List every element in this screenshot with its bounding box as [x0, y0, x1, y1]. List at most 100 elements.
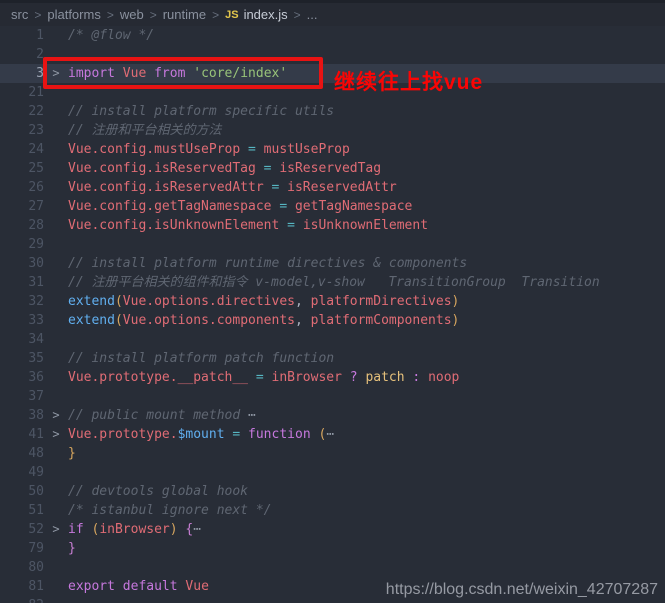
- code-line[interactable]: 22 // install platform specific utils: [0, 102, 665, 121]
- line-number: 82: [0, 596, 44, 603]
- code-line[interactable]: 28 Vue.config.isUnknownElement = isUnknow…: [0, 216, 665, 235]
- line-number: 33: [28, 313, 44, 328]
- code-editor[interactable]: 1 /* @flow */ 2 3 > import Vue from 'core/ind…: [0, 26, 665, 603]
- line-number: 32: [28, 294, 44, 309]
- line-number: 30: [28, 256, 44, 271]
- line-number: 28: [28, 218, 44, 233]
- code-line[interactable]: 1 /* @flow */: [0, 26, 665, 45]
- breadcrumb-item-runtime[interactable]: runtime: [163, 7, 206, 22]
- fold-gutter-space: [44, 368, 68, 387]
- code-line[interactable]: 38 >// public mount method ⋯: [0, 406, 665, 425]
- fold-gutter-space: [44, 577, 68, 596]
- line-number: 37: [28, 389, 44, 404]
- code-line-text: }: [68, 446, 76, 461]
- fold-gutter-space: [44, 444, 68, 463]
- line-number: 1: [36, 28, 44, 43]
- code-line[interactable]: 41 > Vue.prototype.$mount = function (⋯: [0, 425, 665, 444]
- code-line[interactable]: 21: [0, 83, 665, 102]
- chevron-right-icon: >: [149, 7, 157, 22]
- breadcrumb-item-web[interactable]: web: [120, 7, 144, 22]
- fold-collapsed-icon[interactable]: >: [44, 520, 68, 539]
- code-line-text: Vue.config.isReservedTag = isReservedTag: [68, 161, 382, 176]
- line-number: 29: [28, 237, 44, 252]
- fold-gutter-space: [44, 596, 68, 603]
- line-number: 22: [28, 104, 44, 119]
- code-line-text: Vue.prototype.__patch__ = inBrowser ? pa…: [68, 370, 460, 385]
- fold-gutter-space: [44, 121, 68, 140]
- code-line[interactable]: 35 // install platform patch function: [0, 349, 665, 368]
- code-line[interactable]: 25 Vue.config.isReservedTag = isReservedT…: [0, 159, 665, 178]
- code-line[interactable]: 27 Vue.config.getTagNamespace = getTagNam…: [0, 197, 665, 216]
- line-number: 26: [28, 180, 44, 195]
- line-number: 23: [28, 123, 44, 138]
- code-line[interactable]: 37: [0, 387, 665, 406]
- code-line[interactable]: 30 // install platform runtime directives…: [0, 254, 665, 273]
- line-number: 80: [28, 560, 44, 575]
- code-line[interactable]: 79}: [0, 539, 665, 558]
- line-number: 51: [28, 503, 44, 518]
- breadcrumb-symbol-tail[interactable]: ...: [307, 7, 318, 22]
- fold-gutter-space: [44, 482, 68, 501]
- code-line[interactable]: 31 // 注册平台相关的组件和指令 v-model,v-show Transit…: [0, 273, 665, 292]
- code-line-text: if (inBrowser) {⋯: [68, 522, 202, 537]
- code-line[interactable]: 32 extend(Vue.options.directives, platfor…: [0, 292, 665, 311]
- code-line-text: /* @flow */: [68, 28, 155, 43]
- chevron-right-icon: >: [106, 7, 114, 22]
- code-line[interactable]: 29: [0, 235, 665, 254]
- fold-collapsed-icon[interactable]: >: [44, 406, 68, 425]
- code-line[interactable]: 48}: [0, 444, 665, 463]
- fold-gutter-space: [44, 216, 68, 235]
- breadcrumb-item-src[interactable]: src: [11, 7, 28, 22]
- line-number: 27: [28, 199, 44, 214]
- line-number: 49: [28, 465, 44, 480]
- fold-gutter-space: [44, 330, 68, 349]
- fold-gutter-space: [44, 254, 68, 273]
- code-line[interactable]: 50 // devtools global hook: [0, 482, 665, 501]
- breadcrumb-item-platforms[interactable]: platforms: [47, 7, 100, 22]
- fold-gutter-space: [44, 292, 68, 311]
- code-line[interactable]: 24 Vue.config.mustUseProp = mustUseProp: [0, 140, 665, 159]
- annotation-text: 继续往上找vue: [334, 71, 484, 94]
- code-line-text: extend(Vue.options.components, platformC…: [68, 313, 460, 328]
- line-number: 38: [28, 408, 44, 423]
- fold-collapsed-icon[interactable]: >: [44, 425, 68, 444]
- code-line[interactable]: 36 Vue.prototype.__patch__ = inBrowser ? …: [0, 368, 665, 387]
- code-line-text: Vue.config.getTagNamespace = getTagNames…: [68, 199, 413, 214]
- fold-gutter-space: [44, 178, 68, 197]
- code-line[interactable]: 33 extend(Vue.options.components, platfor…: [0, 311, 665, 330]
- code-line-text: // install platform runtime directives &…: [68, 256, 468, 271]
- fold-collapsed-icon[interactable]: >: [44, 64, 68, 83]
- code-line-text: Vue.config.isReservedAttr = isReservedAt…: [68, 180, 397, 195]
- code-line[interactable]: 3 > import Vue from 'core/index': [0, 64, 665, 83]
- code-line[interactable]: 23 // 注册和平台相关的方法: [0, 121, 665, 140]
- line-number: 81: [28, 579, 44, 594]
- chevron-right-icon: >: [212, 7, 220, 22]
- line-number: 50: [28, 484, 44, 499]
- code-line-text: // install platform patch function: [68, 351, 335, 366]
- code-line[interactable]: 2: [0, 45, 665, 64]
- code-line[interactable]: 51 /* istanbul ignore next */: [0, 501, 665, 520]
- code-line-text: // 注册平台相关的组件和指令 v-model,v-show Transitio…: [68, 275, 600, 290]
- fold-gutter-space: [44, 140, 68, 159]
- line-number: 52: [28, 522, 44, 537]
- breadcrumb-item-file[interactable]: index.js: [244, 7, 288, 22]
- line-number: 35: [28, 351, 44, 366]
- javascript-file-icon: JS: [225, 8, 239, 21]
- code-line[interactable]: 52 > if (inBrowser) {⋯: [0, 520, 665, 539]
- code-line[interactable]: 26 Vue.config.isReservedAttr = isReserved…: [0, 178, 665, 197]
- line-number: 25: [28, 161, 44, 176]
- line-number: 79: [28, 541, 44, 556]
- code-line-text: // public mount method ⋯: [68, 408, 256, 423]
- chevron-right-icon: >: [34, 7, 42, 22]
- code-line[interactable]: 34: [0, 330, 665, 349]
- code-line[interactable]: 80: [0, 558, 665, 577]
- code-line-text: // 注册和平台相关的方法: [68, 123, 222, 138]
- fold-gutter-space: [44, 463, 68, 482]
- code-line[interactable]: 49: [0, 463, 665, 482]
